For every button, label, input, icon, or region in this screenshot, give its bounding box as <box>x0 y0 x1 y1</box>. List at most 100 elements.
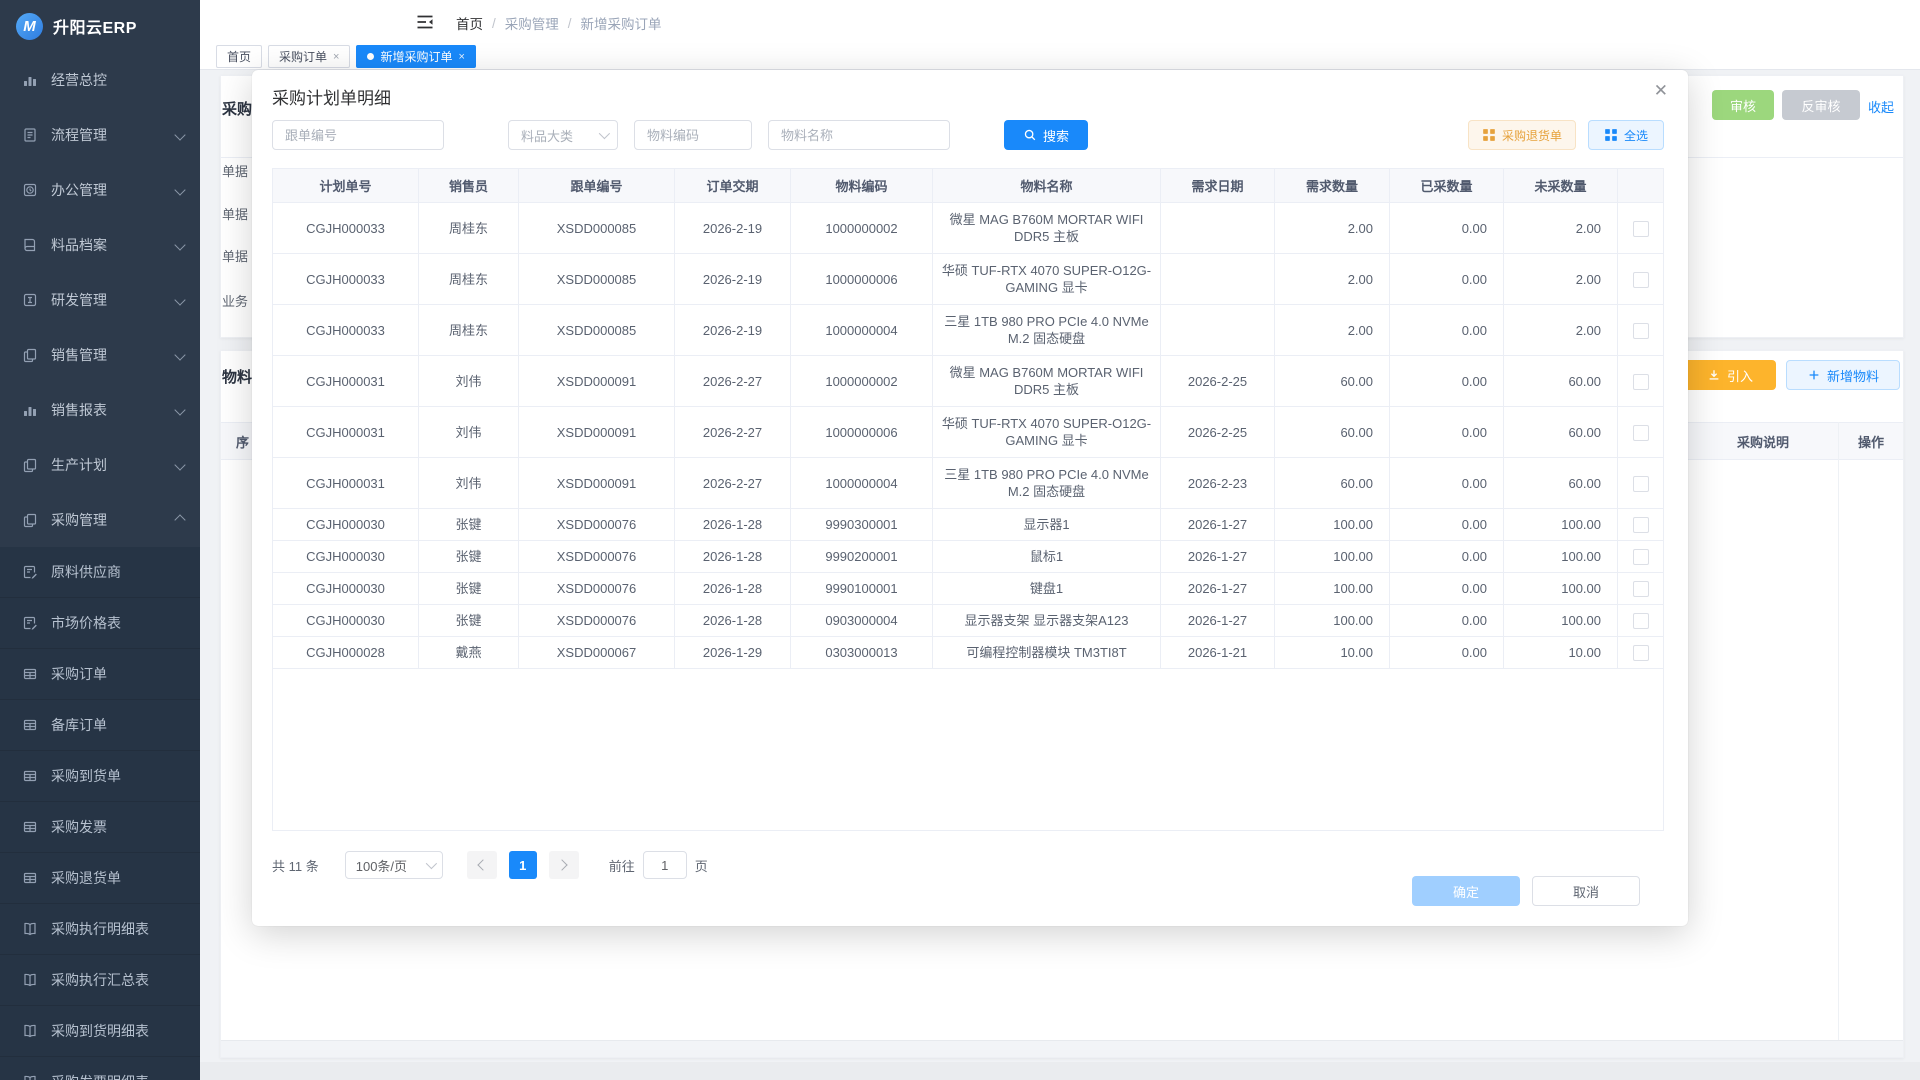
cell-r1-c7: 2.00 <box>1275 254 1390 305</box>
material-name-input[interactable] <box>768 120 950 150</box>
sidebar-item-2[interactable]: 办公管理 <box>0 162 200 217</box>
flow-doc-icon <box>22 127 38 143</box>
col-header-checkbox <box>1618 169 1665 203</box>
table-row[interactable]: CGJH000033周桂东XSDD0000852026-2-1910000000… <box>273 305 1665 356</box>
category-select[interactable]: 料品大类 <box>508 120 618 150</box>
table-row[interactable]: CGJH000030张键XSDD0000762026-1-28999020000… <box>273 541 1665 573</box>
submenu-item-label: 采购执行明细表 <box>51 919 149 939</box>
tab-0[interactable]: 首页 <box>216 45 262 68</box>
row-checkbox[interactable] <box>1633 581 1649 597</box>
table-row[interactable]: CGJH000031刘伟XSDD0000912026-2-27100000000… <box>273 458 1665 509</box>
add-material-button[interactable]: 新增物料 <box>1786 360 1900 390</box>
cell-r2-c3: 2026-2-19 <box>675 305 791 356</box>
sidebar-item-0[interactable]: 经营总控 <box>0 52 200 107</box>
col-header-6: 需求日期 <box>1161 169 1275 203</box>
sidebar-item-6[interactable]: 销售报表 <box>0 382 200 437</box>
submenu-item-10[interactable]: 采购发票明细表 <box>0 1057 200 1080</box>
cell-r3-c6: 2026-2-25 <box>1161 356 1275 407</box>
cell-r9-c4: 0903000004 <box>791 605 933 637</box>
grid-icon <box>22 666 38 682</box>
breadcrumb-item-2[interactable]: 新增采购订单 <box>581 13 662 33</box>
purchase-return-button[interactable]: 采购退货单 <box>1468 120 1576 150</box>
unaudit-button[interactable]: 反审核 <box>1782 90 1860 120</box>
next-page-button[interactable] <box>549 851 579 879</box>
sidebar-item-3[interactable]: 料品档案 <box>0 217 200 272</box>
row-checkbox[interactable] <box>1633 425 1649 441</box>
table-row[interactable]: CGJH000030张键XSDD0000762026-1-28090300000… <box>273 605 1665 637</box>
chevron-left-icon <box>478 859 489 870</box>
row-checkbox[interactable] <box>1633 613 1649 629</box>
sidebar-item-7[interactable]: 生产计划 <box>0 437 200 492</box>
table-row[interactable]: CGJH000033周桂东XSDD0000852026-2-1910000000… <box>273 254 1665 305</box>
collapse-link[interactable]: 收起 <box>1868 97 1894 116</box>
sidebar-item-4[interactable]: 研发管理 <box>0 272 200 327</box>
submenu-item-4[interactable]: 采购到货单 <box>0 751 200 802</box>
chevron-right-icon <box>557 859 568 870</box>
cell-r7-c6: 2026-1-27 <box>1161 541 1275 573</box>
table-row[interactable]: CGJH000028戴燕XSDD0000672026-1-29030300001… <box>273 637 1665 669</box>
submenu-item-1[interactable]: 市场价格表 <box>0 598 200 649</box>
row-checkbox[interactable] <box>1633 272 1649 288</box>
confirm-button[interactable]: 确定 <box>1412 876 1520 906</box>
tab-close-icon[interactable]: × <box>333 51 339 63</box>
submenu-item-label: 原料供应商 <box>51 562 121 582</box>
import-button[interactable]: 引入 <box>1684 360 1776 390</box>
tab-close-icon[interactable]: × <box>458 51 464 63</box>
submenu-item-label: 采购执行汇总表 <box>51 970 149 990</box>
sidebar-item-label: 生产计划 <box>51 455 107 475</box>
current-page[interactable]: 1 <box>509 851 537 879</box>
submenu-item-6[interactable]: 采购退货单 <box>0 853 200 904</box>
page-size-select[interactable]: 100条/页 <box>345 851 443 879</box>
cell-r10-c2: XSDD000067 <box>519 637 675 669</box>
prev-page-button[interactable] <box>467 851 497 879</box>
sidebar-item-5[interactable]: 销售管理 <box>0 327 200 382</box>
tab-label: 首页 <box>227 48 251 65</box>
cell-r5-c0: CGJH000031 <box>273 458 419 509</box>
material-code-input[interactable] <box>634 120 752 150</box>
submenu-item-label: 采购发票 <box>51 817 107 837</box>
submenu-item-8[interactable]: 采购执行汇总表 <box>0 955 200 1006</box>
table-row[interactable]: CGJH000033周桂东XSDD0000852026-2-1910000000… <box>273 203 1665 254</box>
sidebar-fold-icon[interactable] <box>416 14 434 30</box>
cancel-button[interactable]: 取消 <box>1532 876 1640 906</box>
cell-r8-c1: 张键 <box>419 573 519 605</box>
row-checkbox[interactable] <box>1633 476 1649 492</box>
cell-r3-c5: 微星 MAG B760M MORTAR WIFI DDR5 主板 <box>933 356 1161 407</box>
sidebar: M 升阳云ERP 经营总控流程管理办公管理料品档案研发管理销售管理销售报表生产计… <box>0 0 200 1080</box>
table-row[interactable]: CGJH000030张键XSDD0000762026-1-28999010000… <box>273 573 1665 605</box>
copy-doc-icon <box>22 347 38 363</box>
bg-scrollbar-track[interactable] <box>221 1040 1903 1057</box>
row-checkbox[interactable] <box>1633 374 1649 390</box>
table-row[interactable]: CGJH000031刘伟XSDD0000912026-2-27100000000… <box>273 407 1665 458</box>
breadcrumb-item-0[interactable]: 首页 <box>456 13 483 33</box>
goto-page-input[interactable] <box>643 851 687 879</box>
table-row[interactable]: CGJH000030张键XSDD0000762026-1-28999030000… <box>273 509 1665 541</box>
cell-r6-c6: 2026-1-27 <box>1161 509 1275 541</box>
sidebar-item-8[interactable]: 采购管理 <box>0 492 200 547</box>
row-checkbox[interactable] <box>1633 221 1649 237</box>
cell-r6-c1: 张键 <box>419 509 519 541</box>
table-row[interactable]: CGJH000031刘伟XSDD0000912026-2-27100000000… <box>273 356 1665 407</box>
row-checkbox[interactable] <box>1633 645 1649 661</box>
select-all-button[interactable]: 全选 <box>1588 120 1664 150</box>
submenu-item-2[interactable]: 采购订单 <box>0 649 200 700</box>
search-button[interactable]: 搜索 <box>1004 120 1088 150</box>
close-icon[interactable]: ✕ <box>1654 82 1668 99</box>
order-no-input[interactable] <box>272 120 444 150</box>
breadcrumb-item-1[interactable]: 采购管理 <box>505 13 559 33</box>
tab-2[interactable]: 新增采购订单× <box>356 45 475 68</box>
grid-icon <box>22 717 38 733</box>
submenu-item-3[interactable]: 备库订单 <box>0 700 200 751</box>
sidebar-item-1[interactable]: 流程管理 <box>0 107 200 162</box>
tab-1[interactable]: 采购订单× <box>268 45 350 68</box>
row-checkbox[interactable] <box>1633 323 1649 339</box>
cell-r10-c6: 2026-1-21 <box>1161 637 1275 669</box>
row-checkbox[interactable] <box>1633 517 1649 533</box>
submenu-item-9[interactable]: 采购到货明细表 <box>0 1006 200 1057</box>
audit-button[interactable]: 审核 <box>1712 90 1774 120</box>
cell-r1-c1: 周桂东 <box>419 254 519 305</box>
submenu-item-0[interactable]: 原料供应商 <box>0 547 200 598</box>
submenu-item-7[interactable]: 采购执行明细表 <box>0 904 200 955</box>
row-checkbox[interactable] <box>1633 549 1649 565</box>
submenu-item-5[interactable]: 采购发票 <box>0 802 200 853</box>
